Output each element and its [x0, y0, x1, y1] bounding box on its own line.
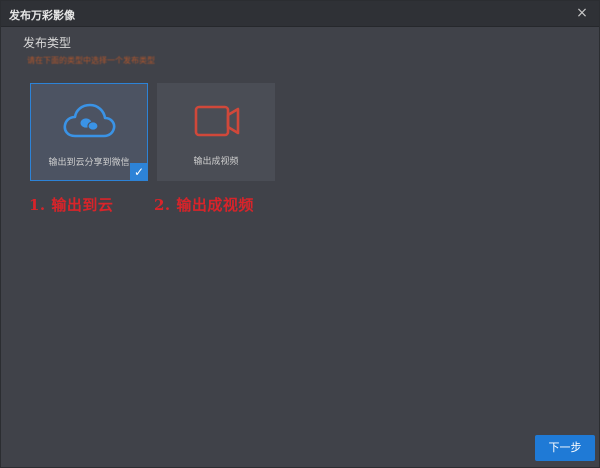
cloud-icon: [63, 103, 116, 138]
checkmark-icon: ✓: [130, 163, 148, 181]
window-title: 发布万彩影像: [9, 9, 75, 22]
hint-text: 请在下面的类型中选择一个发布类型: [27, 56, 155, 65]
close-icon[interactable]: ×: [573, 4, 591, 22]
publish-dialog: 发布万彩影像 × 发布类型 请在下面的类型中选择一个发布类型 输出到云分享到微信…: [0, 0, 600, 468]
publish-option-video[interactable]: 输出成视频: [157, 83, 275, 181]
publish-option-video-label: 输出成视频: [193, 157, 239, 167]
title-bar: 发布万彩影像 ×: [1, 1, 599, 27]
annotation-cloud: 1. 输出到云: [29, 196, 114, 214]
video-camera-icon: [194, 105, 240, 137]
section-title: 发布类型: [23, 36, 72, 50]
next-step-button[interactable]: 下一步: [535, 435, 595, 461]
annotation-video: 2. 输出成视频: [154, 196, 254, 214]
publish-option-cloud[interactable]: 输出到云分享到微信 ✓: [30, 83, 148, 181]
